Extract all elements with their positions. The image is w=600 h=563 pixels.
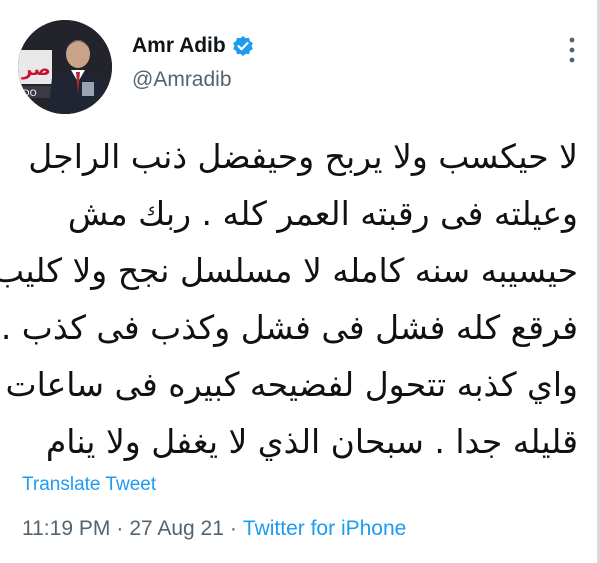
tweet-header: صر IDO Amr Adib @Amradib	[18, 20, 588, 120]
separator-dot: ·	[229, 517, 237, 540]
tweet-source-link[interactable]: Twitter for iPhone	[243, 517, 406, 540]
avatar-logo-text: صر	[21, 59, 51, 80]
tweet-time[interactable]: 11:19 PM	[22, 517, 110, 540]
tweet-text: لا حيكسب ولا يربح وحيفضل ذنب الراجل وعيل…	[0, 128, 579, 470]
translate-tweet-link[interactable]: Translate Tweet	[22, 474, 156, 496]
tweet-date[interactable]: 27 Aug 21	[129, 517, 224, 540]
tweet-text-line: واي كذبه تتحول لفضيحه كبيره فى ساعات	[5, 365, 579, 404]
display-name-row: Amr Adib	[132, 34, 254, 58]
display-name[interactable]: Amr Adib	[132, 34, 226, 58]
more-options-icon[interactable]	[568, 36, 576, 64]
tweet-text-line: فرقع كله فشل فى فشل وكذب فى كذب .	[0, 308, 578, 347]
avatar[interactable]: صر IDO	[18, 20, 112, 114]
user-handle[interactable]: @Amradib	[132, 68, 254, 92]
tweet-text-line: وعيلته فى رقبته العمر كله . ربك مش	[67, 194, 578, 233]
tweet-text-line: لا حيكسب ولا يربح وحيفضل ذنب الراجل	[28, 137, 578, 176]
avatar-image: صر IDO	[18, 20, 112, 114]
avatar-caption-text: IDO	[20, 89, 37, 99]
tweet-metadata: 11:19 PM · 27 Aug 21 · Twitter for iPhone	[22, 517, 406, 541]
tweet-card: صر IDO Amr Adib @Amradib لا حيكسب ولا ير…	[0, 0, 600, 563]
author-names: Amr Adib @Amradib	[132, 34, 254, 92]
verified-badge-icon	[232, 35, 254, 57]
separator-dot: ·	[116, 517, 124, 540]
tweet-text-line: قليله جدا . سبحان الذي لا يغفل ولا ينام	[45, 422, 578, 461]
tweet-text-line: حيسيبه سنه كامله لا مسلسل نجح ولا كليب	[0, 251, 578, 290]
